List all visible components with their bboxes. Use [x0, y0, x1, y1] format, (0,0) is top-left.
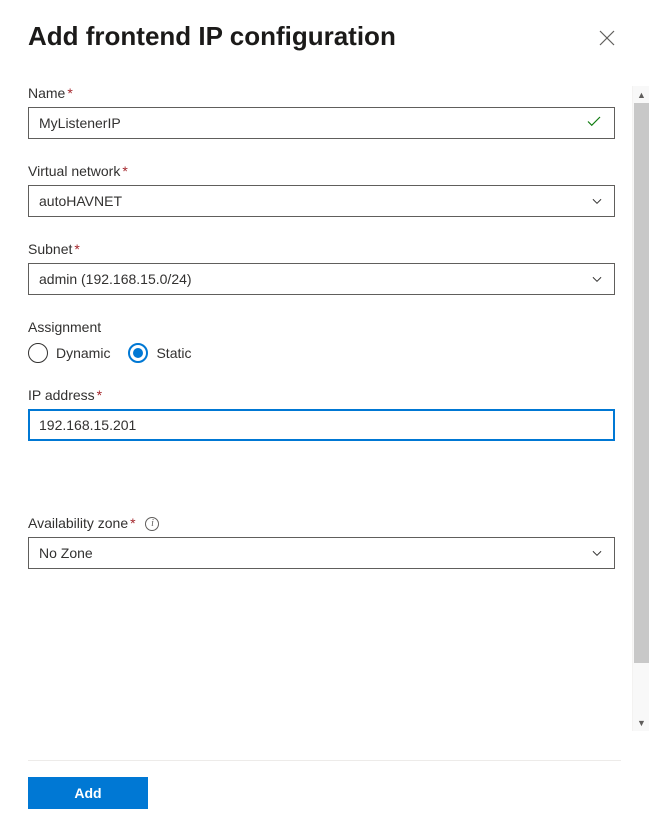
required-asterisk: * [97, 387, 102, 403]
checkmark-icon [585, 113, 603, 134]
scrollbar[interactable]: ▲ ▼ [632, 86, 649, 731]
ip-address-input[interactable] [28, 409, 615, 441]
subnet-select[interactable]: admin (192.168.15.0/24) [28, 263, 615, 295]
subnet-value: admin (192.168.15.0/24) [39, 271, 192, 287]
virtual-network-select[interactable]: autoHAVNET [28, 185, 615, 217]
close-button[interactable] [593, 24, 621, 55]
availability-zone-label: Availability zone* i [28, 515, 615, 531]
availability-zone-select[interactable]: No Zone [28, 537, 615, 569]
name-input[interactable] [28, 107, 615, 139]
subnet-label: Subnet* [28, 241, 615, 257]
required-asterisk: * [122, 163, 127, 179]
add-button[interactable]: Add [28, 777, 148, 809]
chevron-down-icon [590, 194, 604, 208]
ip-address-label: IP address* [28, 387, 615, 403]
chevron-down-icon [590, 546, 604, 560]
close-icon [599, 34, 615, 49]
assignment-radio-static[interactable]: Static [128, 343, 191, 363]
required-asterisk: * [74, 241, 79, 257]
page-title: Add frontend IP configuration [28, 20, 396, 53]
scroll-up-icon[interactable]: ▲ [633, 86, 649, 103]
required-asterisk: * [67, 85, 72, 101]
radio-label-static: Static [156, 345, 191, 361]
scrollbar-thumb[interactable] [634, 103, 649, 663]
scroll-down-icon[interactable]: ▼ [633, 714, 649, 731]
required-asterisk: * [130, 515, 135, 531]
radio-label-dynamic: Dynamic [56, 345, 110, 361]
chevron-down-icon [590, 272, 604, 286]
assignment-label: Assignment [28, 319, 615, 335]
virtual-network-label: Virtual network* [28, 163, 615, 179]
availability-zone-value: No Zone [39, 545, 93, 561]
radio-checked-icon [128, 343, 148, 363]
virtual-network-value: autoHAVNET [39, 193, 122, 209]
info-icon[interactable]: i [145, 517, 159, 531]
assignment-radio-dynamic[interactable]: Dynamic [28, 343, 110, 363]
name-label: Name* [28, 85, 615, 101]
radio-unchecked-icon [28, 343, 48, 363]
